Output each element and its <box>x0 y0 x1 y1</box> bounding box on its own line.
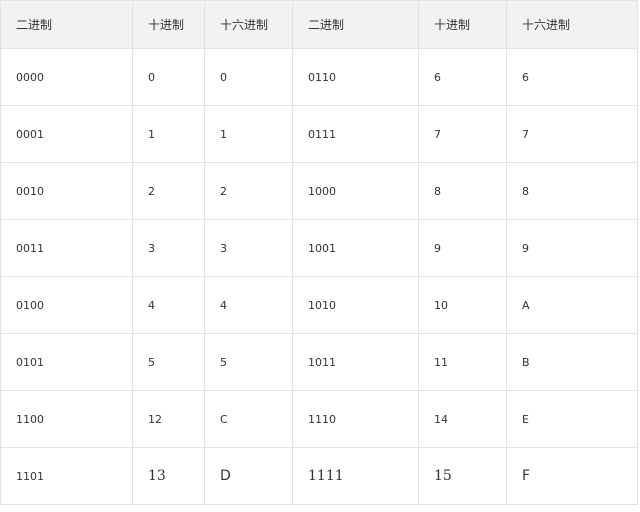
table-cell: 1 <box>132 105 205 163</box>
table-cell: 10 <box>418 276 507 334</box>
table-cell: 1001 <box>292 219 419 277</box>
table-cell: 8 <box>418 162 507 220</box>
table-cell: 11 <box>418 333 507 391</box>
header-hex-2: 十六进制 <box>506 0 638 49</box>
table-cell: 1110 <box>292 390 419 448</box>
table-cell: C <box>204 390 293 448</box>
table-cell: 0000 <box>0 48 133 106</box>
table-cell: 2 <box>132 162 205 220</box>
table-cell: D <box>204 447 293 505</box>
table-cell: 5 <box>132 333 205 391</box>
header-hex-1: 十六进制 <box>204 0 293 49</box>
header-decimal-1: 十进制 <box>132 0 205 49</box>
table-header: 二进制 十进制 十六进制 二进制 十进制 十六进制 <box>0 0 638 49</box>
table-cell: 8 <box>506 162 638 220</box>
table-cell: 0111 <box>292 105 419 163</box>
binary-decimal-hex-table: 二进制 十进制 十六进制 二进制 十进制 十六进制 0000 0 0 0110 … <box>0 0 638 505</box>
table-cell: 0 <box>204 48 293 106</box>
table-row: 0011 3 3 1001 9 9 <box>0 219 638 277</box>
table-cell: 12 <box>132 390 205 448</box>
table-row: 0001 1 1 0111 7 7 <box>0 105 638 163</box>
table-cell: 1000 <box>292 162 419 220</box>
header-binary-2: 二进制 <box>292 0 419 49</box>
table-cell: 1100 <box>0 390 133 448</box>
table-row: 0100 4 4 1010 10 A <box>0 276 638 334</box>
table-cell: 2 <box>204 162 293 220</box>
table-cell: B <box>506 333 638 391</box>
table-cell: 1111 <box>292 447 419 505</box>
table-cell: 3 <box>204 219 293 277</box>
table-cell: 7 <box>506 105 638 163</box>
table-cell: 4 <box>204 276 293 334</box>
header-decimal-2: 十进制 <box>418 0 507 49</box>
table-cell: 3 <box>132 219 205 277</box>
table-cell: 0010 <box>0 162 133 220</box>
table-cell: 6 <box>418 48 507 106</box>
table-cell: 0001 <box>0 105 133 163</box>
table-cell: 14 <box>418 390 507 448</box>
table-cell: 1010 <box>292 276 419 334</box>
table-cell: 1011 <box>292 333 419 391</box>
table-cell: 15 <box>418 447 507 505</box>
table-cell: 5 <box>204 333 293 391</box>
table-cell: 0 <box>132 48 205 106</box>
header-row: 二进制 十进制 十六进制 二进制 十进制 十六进制 <box>0 0 638 49</box>
table-row: 0101 5 5 1011 11 B <box>0 333 638 391</box>
table-cell: 13 <box>132 447 205 505</box>
table-cell: 0100 <box>0 276 133 334</box>
table-row: 0010 2 2 1000 8 8 <box>0 162 638 220</box>
table-row: 1101 13 D 1111 15 F <box>0 447 638 505</box>
table-cell: F <box>506 447 638 505</box>
table-cell: 0011 <box>0 219 133 277</box>
table-cell: 1 <box>204 105 293 163</box>
table-cell: 9 <box>418 219 507 277</box>
table-cell: 9 <box>506 219 638 277</box>
table-cell: 0110 <box>292 48 419 106</box>
table-cell: 1101 <box>0 447 133 505</box>
table-cell: 7 <box>418 105 507 163</box>
table-cell: 0101 <box>0 333 133 391</box>
table-row: 0000 0 0 0110 6 6 <box>0 48 638 106</box>
table-cell: 4 <box>132 276 205 334</box>
table-body: 0000 0 0 0110 6 6 0001 1 1 0111 7 7 0010… <box>0 48 638 505</box>
header-binary-1: 二进制 <box>0 0 133 49</box>
table-row: 1100 12 C 1110 14 E <box>0 390 638 448</box>
table-cell: E <box>506 390 638 448</box>
table-cell: 6 <box>506 48 638 106</box>
table-cell: A <box>506 276 638 334</box>
conversion-table-container: 二进制 十进制 十六进制 二进制 十进制 十六进制 0000 0 0 0110 … <box>0 0 638 505</box>
